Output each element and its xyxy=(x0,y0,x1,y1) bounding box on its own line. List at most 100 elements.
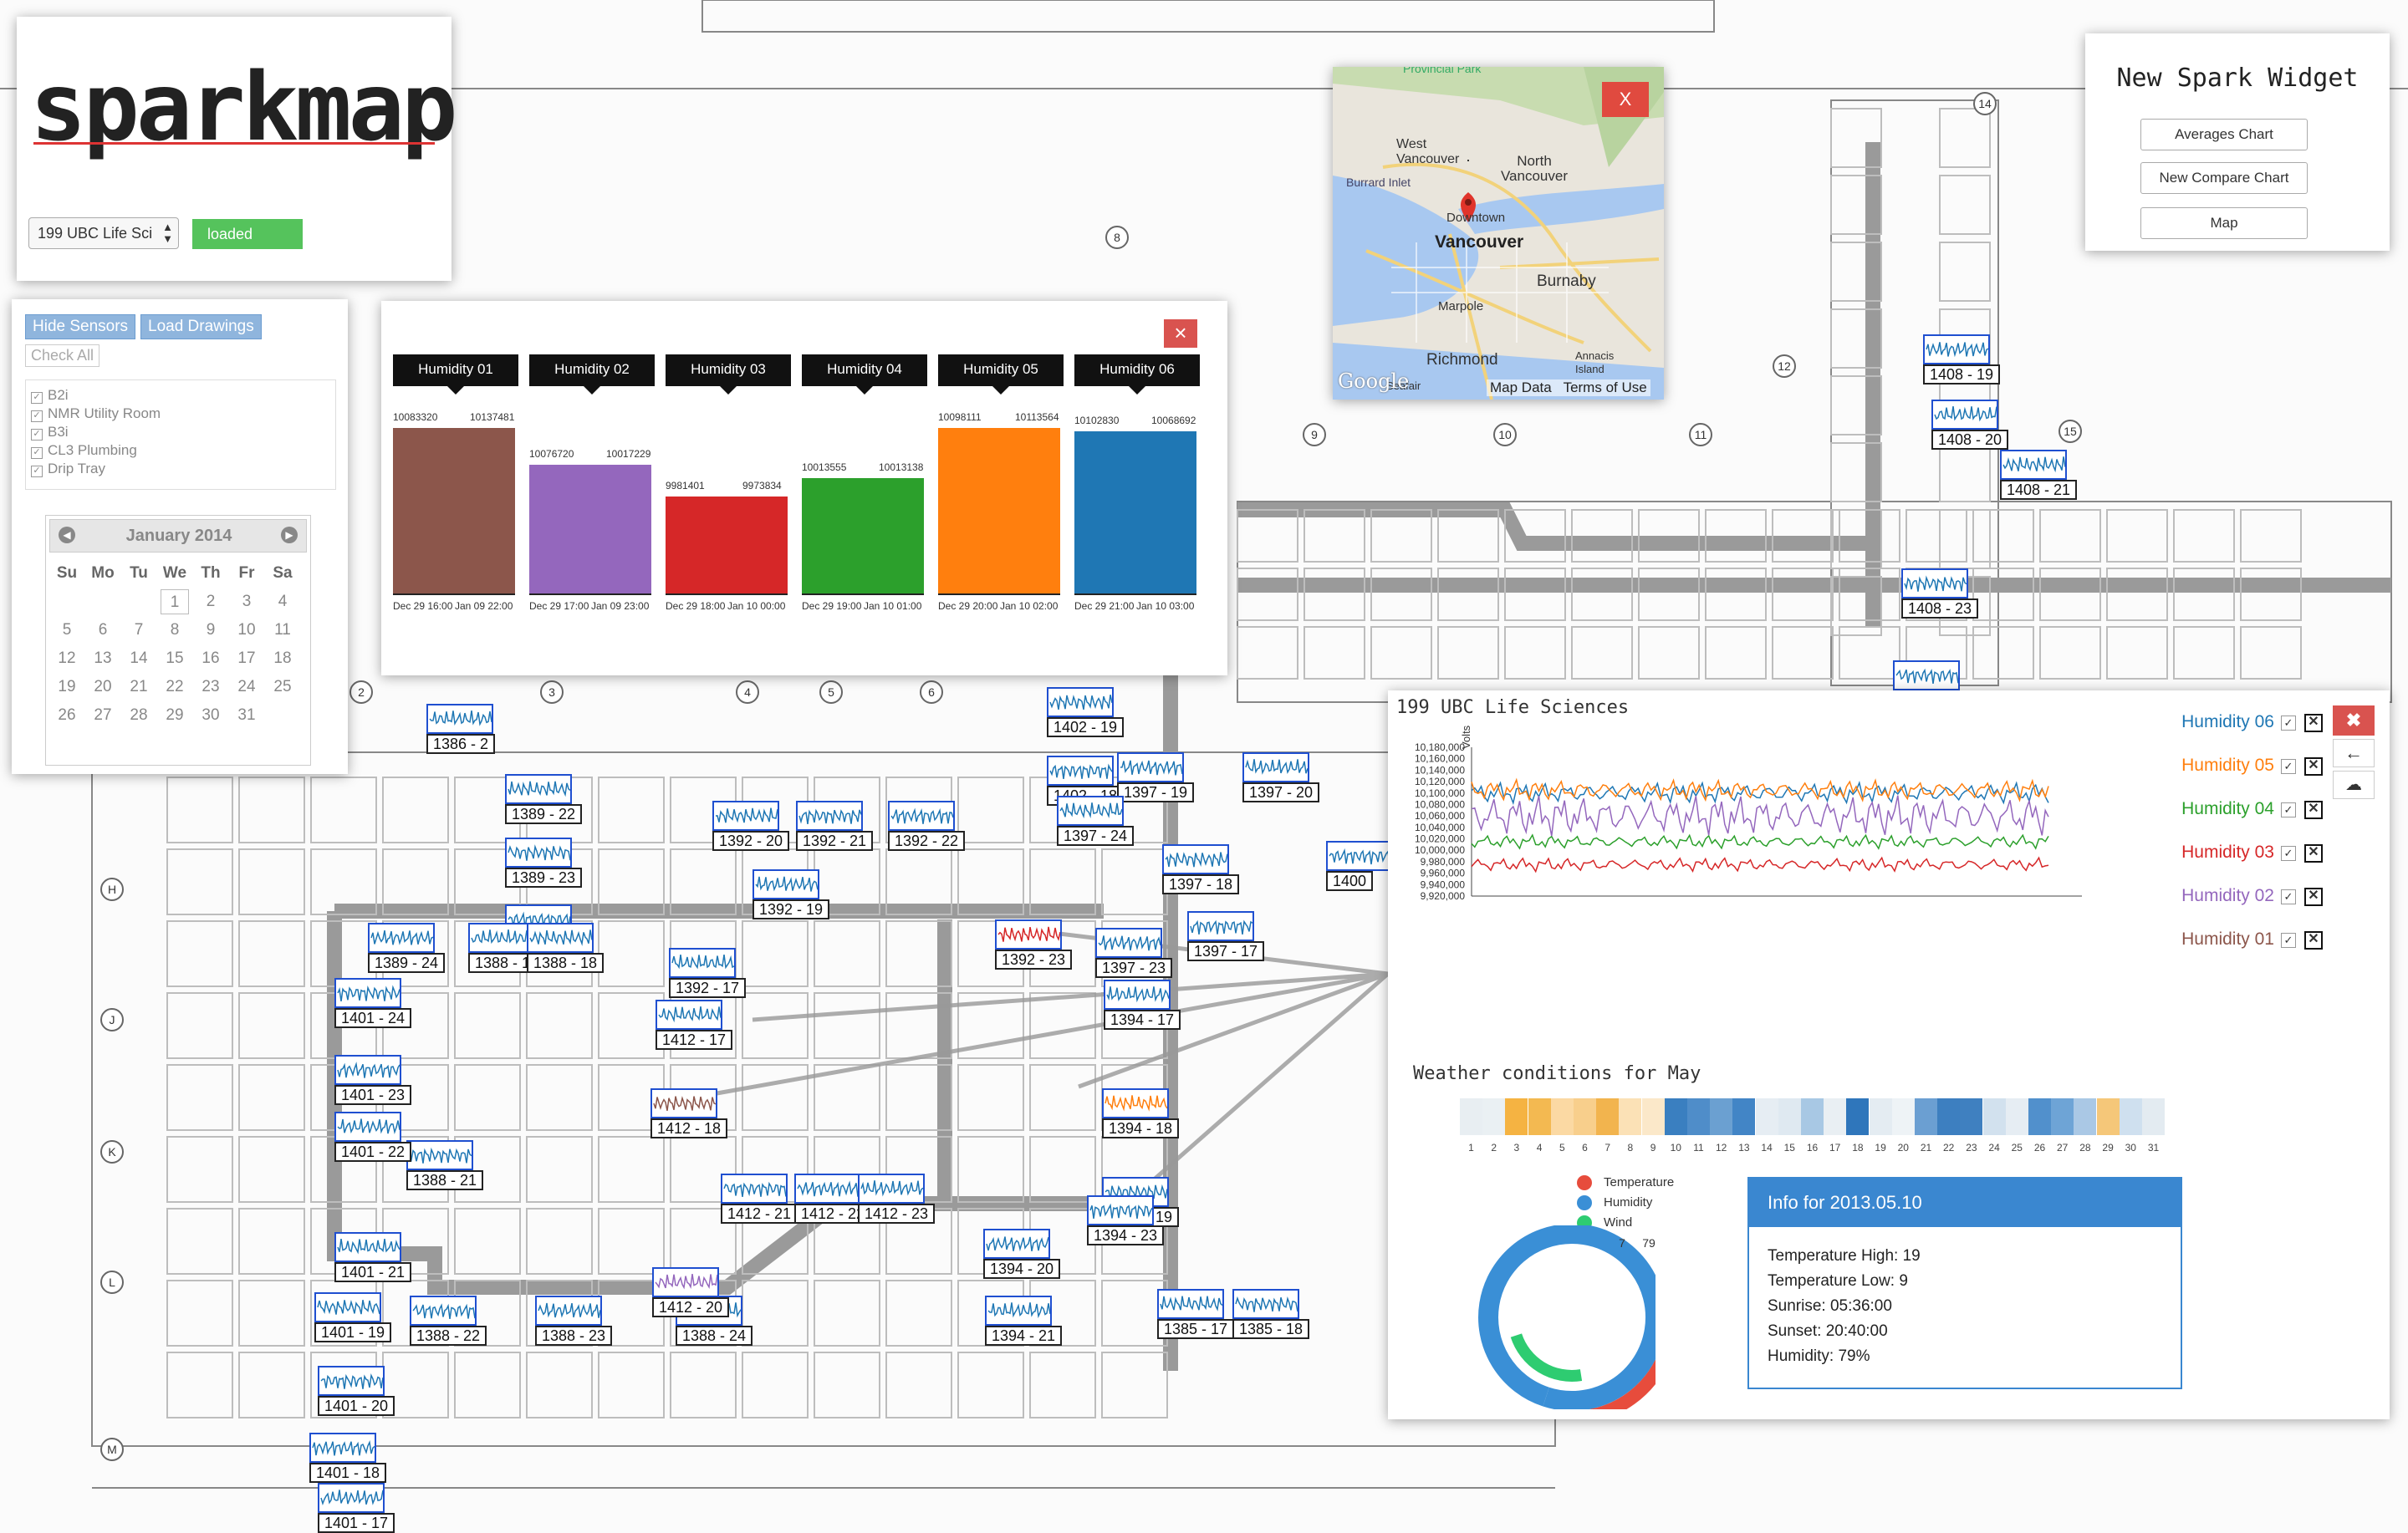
sensor-label[interactable]: 1400 xyxy=(1326,871,1374,891)
remove-series-icon[interactable]: ✕ xyxy=(2304,714,2323,732)
sensor-label[interactable]: 1401 - 23 xyxy=(334,1085,412,1105)
building-select[interactable]: 199 UBC Life Sci ▲ ▼ xyxy=(28,217,179,249)
next-month-icon[interactable]: ▶ xyxy=(281,527,298,543)
calendar-day[interactable]: 24 xyxy=(232,675,261,700)
average-bar[interactable] xyxy=(1074,431,1196,595)
average-bar[interactable] xyxy=(938,428,1060,595)
sensor-label[interactable]: 1397 - 23 xyxy=(1095,958,1173,978)
sensor-label[interactable]: 1397 - 18 xyxy=(1162,874,1240,894)
sensor-sparkline[interactable] xyxy=(1893,660,1960,690)
sensor-label[interactable]: 1392 - 22 xyxy=(888,831,966,851)
sensor-sparkline[interactable] xyxy=(652,1267,719,1297)
humidity-tab[interactable]: Humidity 01 xyxy=(393,354,518,395)
sensor-sparkline[interactable] xyxy=(985,1296,1052,1326)
sensor-label[interactable]: 1397 - 20 xyxy=(1242,782,1320,802)
layer-checkbox[interactable]: ✓ xyxy=(31,410,43,422)
sensor-sparkline[interactable] xyxy=(1923,334,1990,364)
sensor-label[interactable]: 1412 - 20 xyxy=(652,1297,730,1317)
humidity-tab[interactable]: Humidity 04 xyxy=(802,354,927,395)
weather-day-cell[interactable] xyxy=(2005,1098,2028,1135)
calendar-day[interactable]: 26 xyxy=(53,703,81,728)
calendar-day[interactable]: 28 xyxy=(125,703,153,728)
sensor-sparkline[interactable] xyxy=(721,1174,788,1204)
calendar-day[interactable]: 4 xyxy=(268,589,297,614)
upload-icon[interactable]: ☁ xyxy=(2333,771,2375,799)
weather-day-cell[interactable] xyxy=(1641,1098,1665,1135)
sensor-label[interactable]: 1394 - 21 xyxy=(985,1326,1063,1346)
sensor-label[interactable]: 1394 - 20 xyxy=(983,1259,1061,1279)
calendar-day[interactable]: 12 xyxy=(53,646,81,671)
sensor-sparkline[interactable] xyxy=(1087,1195,1154,1225)
weather-day-cell[interactable] xyxy=(1960,1098,1983,1135)
sensor-label[interactable]: 1401 - 17 xyxy=(318,1513,395,1533)
weather-day-cell[interactable] xyxy=(1505,1098,1528,1135)
weather-day-cell[interactable] xyxy=(1915,1098,1937,1135)
layer-item[interactable]: ✓ Drip Tray xyxy=(31,461,105,477)
calendar-day[interactable]: 27 xyxy=(89,703,117,728)
map-footer[interactable]: Map Data Terms of Use xyxy=(1487,379,1650,396)
load-drawings-button[interactable]: Load Drawings xyxy=(140,314,262,339)
weather-day-cell[interactable] xyxy=(1596,1098,1620,1135)
weather-day-cell[interactable] xyxy=(1869,1098,1892,1135)
weather-day-cell[interactable] xyxy=(2096,1098,2120,1135)
calendar-day[interactable]: 1 xyxy=(161,589,189,614)
layer-item[interactable]: ✓ B3i xyxy=(31,424,69,441)
layer-checkbox[interactable]: ✓ xyxy=(31,392,43,404)
weather-day-cell[interactable] xyxy=(1550,1098,1574,1135)
sensor-label[interactable]: 1401 - 18 xyxy=(309,1463,387,1483)
sensor-label[interactable]: 1386 - 2 xyxy=(426,734,496,754)
sensor-label[interactable]: 1385 - 17 xyxy=(1157,1319,1235,1339)
calendar-day[interactable]: 25 xyxy=(268,675,297,700)
weather-day-cell[interactable] xyxy=(1710,1098,1733,1135)
remove-series-icon[interactable]: ✕ xyxy=(2304,801,2323,819)
calendar-day[interactable]: 17 xyxy=(232,646,261,671)
weather-day-cell[interactable] xyxy=(1824,1098,1847,1135)
calendar-day[interactable]: 30 xyxy=(196,703,225,728)
sensor-sparkline[interactable] xyxy=(1057,796,1124,826)
calendar-day[interactable]: 3 xyxy=(232,589,261,614)
humidity-tab[interactable]: Humidity 03 xyxy=(666,354,791,395)
sensor-sparkline[interactable] xyxy=(888,801,955,831)
calendar-day[interactable]: 16 xyxy=(196,646,225,671)
sensor-sparkline[interactable] xyxy=(334,978,401,1008)
map-button[interactable]: Map xyxy=(2140,207,2308,239)
sensor-label[interactable]: 1408 - 20 xyxy=(1931,430,2009,450)
layer-item[interactable]: ✓ CL3 Plumbing xyxy=(31,442,137,459)
sensor-label[interactable]: 1389 - 24 xyxy=(368,953,446,973)
sensor-sparkline[interactable] xyxy=(410,1296,477,1326)
calendar-day[interactable]: 6 xyxy=(89,618,117,643)
sensor-sparkline[interactable] xyxy=(1047,687,1114,717)
check-all-button[interactable]: Check All xyxy=(25,344,100,367)
weather-day-cell[interactable] xyxy=(1664,1098,1687,1135)
weather-day-cell[interactable] xyxy=(1846,1098,1870,1135)
calendar-day[interactable]: 10 xyxy=(232,618,261,643)
calendar-day[interactable]: 11 xyxy=(268,618,297,643)
calendar-day[interactable]: 22 xyxy=(161,675,189,700)
sensor-sparkline[interactable] xyxy=(535,1296,602,1326)
layer-checkbox[interactable]: ✓ xyxy=(31,447,43,459)
average-bar[interactable] xyxy=(393,428,515,595)
sensor-label[interactable]: 1388 - 22 xyxy=(410,1326,487,1346)
sensor-label[interactable]: 1401 - 24 xyxy=(334,1008,412,1028)
series-checkbox[interactable]: ✓ xyxy=(2281,933,2296,948)
sensor-label[interactable]: 1392 - 23 xyxy=(995,950,1073,970)
series-checkbox[interactable]: ✓ xyxy=(2281,759,2296,774)
calendar-day[interactable]: 8 xyxy=(161,618,189,643)
sensor-label[interactable]: 1389 - 22 xyxy=(505,804,583,824)
weather-day-cell[interactable] xyxy=(2051,1098,2074,1135)
layer-item[interactable]: ✓ B2i xyxy=(31,387,69,404)
sensor-label[interactable]: 1401 - 21 xyxy=(334,1262,412,1282)
remove-series-icon[interactable]: ✕ xyxy=(2304,844,2323,863)
sensor-label[interactable]: 1389 - 23 xyxy=(505,868,583,888)
weather-day-cell[interactable] xyxy=(1687,1098,1710,1135)
calendar-day[interactable]: 29 xyxy=(161,703,189,728)
sensor-sparkline[interactable] xyxy=(995,919,1062,950)
remove-series-icon[interactable]: ✕ xyxy=(2304,888,2323,906)
sensor-sparkline[interactable] xyxy=(1187,911,1254,941)
sensor-sparkline[interactable] xyxy=(752,869,819,899)
sensor-sparkline[interactable] xyxy=(1117,752,1184,782)
sensor-sparkline[interactable] xyxy=(468,923,535,953)
sensor-sparkline[interactable] xyxy=(1104,980,1171,1010)
calendar-day[interactable]: 9 xyxy=(196,618,225,643)
sensor-sparkline[interactable] xyxy=(505,774,572,804)
